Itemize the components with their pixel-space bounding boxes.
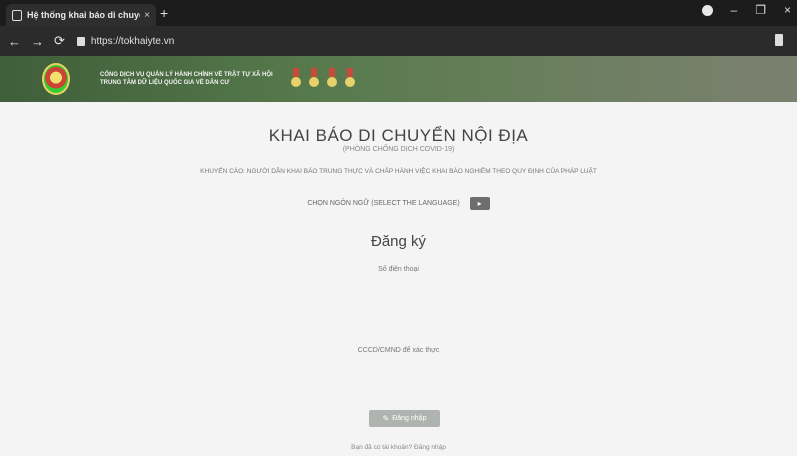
language-button[interactable]: ▸ <box>469 197 490 210</box>
page-title: KHAI BÁO DI CHUYỂN NỘI ĐỊA <box>268 126 529 145</box>
extension-icon[interactable] <box>775 34 783 46</box>
main-content: KHAI BÁO DI CHUYỂN NỘI ĐỊA (PHÒNG CHỐNG … <box>0 102 797 456</box>
tab-title: Hệ thống khai báo di chuyển nội <box>27 10 140 20</box>
minimize-button[interactable]: – <box>731 3 738 17</box>
medal-icon <box>290 68 301 90</box>
browser-tab[interactable]: Hệ thống khai báo di chuyển nội × <box>6 4 156 26</box>
notice-text: KHUYẾN CÁO: NGƯỜI DÂN KHAI BÁO TRUNG THỰ… <box>200 168 597 175</box>
language-selector: CHỌN NGÔN NGỮ (SELECT THE LANGUAGE) ▸ <box>0 197 797 210</box>
medal-icon <box>308 68 319 90</box>
section-title: Đăng ký <box>370 233 427 250</box>
browser-toolbar: ← → ⟳ https://tokhaiyte.vn <box>0 26 797 56</box>
restore-button[interactable]: ❐ <box>755 3 766 17</box>
language-label: CHỌN NGÔN NGỮ (SELECT THE LANGUAGE) <box>307 200 460 207</box>
register-button-label: Đăng nhập <box>392 415 427 422</box>
police-emblem-icon <box>42 63 70 95</box>
window-controls: – ❐ × <box>701 3 791 17</box>
page-icon <box>12 9 22 21</box>
close-tab-icon[interactable]: × <box>144 10 150 21</box>
medals <box>290 68 355 90</box>
pencil-icon: ✎ <box>382 414 390 423</box>
login-link[interactable]: Bạn đã có tài khoản? Đăng nhập <box>0 444 797 451</box>
site-banner: CỔNG DỊCH VỤ QUẢN LÝ HÀNH CHÍNH VỀ TRẬT … <box>0 56 797 102</box>
org-line-1: CỔNG DỊCH VỤ QUẢN LÝ HÀNH CHÍNH VỀ TRẬT … <box>100 72 273 78</box>
forward-button[interactable]: → <box>31 34 44 49</box>
reload-button[interactable]: ⟳ <box>54 33 65 49</box>
id-label: CCCD/CMND để xác thực <box>357 347 440 354</box>
url-text: https://tokhaiyte.vn <box>90 35 175 47</box>
organization-name: CỔNG DỊCH VỤ QUẢN LÝ HÀNH CHÍNH VỀ TRẬT … <box>100 71 273 87</box>
close-window-button[interactable]: × <box>784 3 791 17</box>
phone-label: Số điện thoại <box>378 266 419 273</box>
medal-icon <box>344 68 355 90</box>
back-button[interactable]: ← <box>8 34 21 49</box>
lock-icon <box>76 36 85 46</box>
medal-icon <box>326 68 337 90</box>
profile-icon[interactable] <box>701 4 713 16</box>
page-subtitle: (PHÒNG CHỐNG DỊCH COVID-19) <box>342 146 455 153</box>
org-line-2: TRUNG TÂM DỮ LIỆU QUỐC GIA VỀ DÂN CƯ <box>100 80 230 86</box>
register-button[interactable]: ✎ Đăng nhập <box>369 410 440 427</box>
browser-titlebar: Hệ thống khai báo di chuyển nội × + – ❐ … <box>0 0 797 26</box>
new-tab-button[interactable]: + <box>160 5 168 21</box>
address-bar[interactable]: https://tokhaiyte.vn <box>76 31 175 51</box>
